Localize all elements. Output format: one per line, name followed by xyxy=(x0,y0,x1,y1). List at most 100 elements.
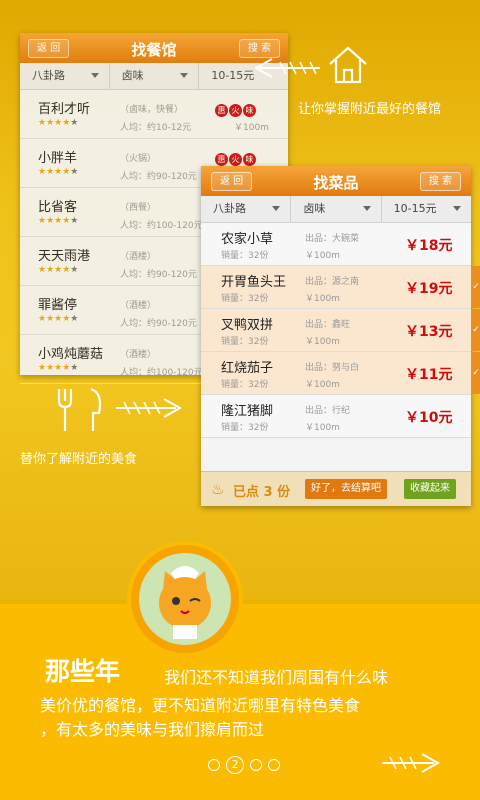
restaurant-name: 天天雨港 xyxy=(38,249,91,264)
restaurant-badges: 惠火味 xyxy=(215,147,257,166)
filter-cuisine[interactable]: 卤味 xyxy=(110,63,200,89)
rating-stars: ★★★★★ xyxy=(38,265,79,275)
dish-filters: 八卦路 卤味 10-15元 xyxy=(201,196,471,223)
check-icon[interactable]: ✓ xyxy=(471,309,480,351)
restaurant-badges: 惠火味 xyxy=(215,98,257,117)
dish-distance: ￥100m xyxy=(305,380,340,390)
dish-row[interactable]: 红烧茄子销量：32份 出品：努与白 ￥100m ￥11元 ✓ xyxy=(201,352,480,395)
page-indicator: 2 xyxy=(208,756,286,774)
order-footer: ♨ 已点 3 份 好了，去结算吧 收藏起来 xyxy=(201,471,471,506)
dish-price: ￥18元 xyxy=(405,238,453,254)
dish-name: 红烧茄子 xyxy=(221,361,274,376)
page-dot-1[interactable] xyxy=(208,759,220,771)
restaurant-name: 百利才听 xyxy=(38,102,91,117)
chevron-down-icon xyxy=(272,206,281,211)
intro-heading: 那些年 xyxy=(45,657,121,686)
rating-stars: ★★★★★ xyxy=(38,314,79,324)
hint-restaurants: 让你掌握附近最好的餐馆 xyxy=(298,102,442,117)
intro-text-line3: ，有太多的美味与我们擦肩而过 xyxy=(40,720,265,739)
dish-sales: 销量：32份 xyxy=(221,251,269,261)
dish-sales: 销量：32份 xyxy=(221,423,269,433)
check-icon[interactable]: ✓ xyxy=(471,266,480,308)
dish-sales: 销量：32份 xyxy=(221,294,269,304)
rating-stars: ★★★★★ xyxy=(38,118,79,128)
restaurant-category: （酒楼） xyxy=(120,301,157,311)
dish-row[interactable]: 叉鸭双拼 销量：32份 出品：鑫旺 ￥100m ￥13元 ✓ xyxy=(201,309,480,352)
dish-price: ￥10元 xyxy=(405,410,453,426)
filter-location[interactable]: 八卦路 xyxy=(201,196,292,222)
cutlery-icon xyxy=(57,387,102,431)
next-arrow-icon[interactable] xyxy=(380,750,444,776)
check-icon[interactable]: ✓ xyxy=(471,352,480,394)
restaurant-card-header: 返 回 找餐馆 搜 索 xyxy=(20,33,288,63)
ordered-count: 已点 3 份 xyxy=(233,485,291,500)
page-dot-3[interactable] xyxy=(250,759,262,771)
shopping-bag-icon: ♨ xyxy=(211,480,225,498)
page-dot-4[interactable] xyxy=(268,759,280,771)
restaurant-name: 比省客 xyxy=(38,200,78,215)
badge: 火 xyxy=(229,104,242,117)
dish-distance: ￥100m xyxy=(305,294,340,304)
dish-price: ￥13元 xyxy=(405,324,453,340)
dish-row[interactable]: 开胃鱼头王 销量：32份 出品：源之南 ￥100m ￥19元 ✓ xyxy=(201,266,480,309)
restaurant-price: 人均：约100-120元 xyxy=(120,221,203,231)
restaurant-price: 人均：约90-120元 xyxy=(120,319,197,329)
badge: 味 xyxy=(243,104,256,117)
filter-location[interactable]: 八卦路 xyxy=(20,63,110,89)
rating-stars: ★★★★★ xyxy=(38,216,79,226)
restaurant-price: 人均：约90-120元 xyxy=(120,270,197,280)
badge: 惠 xyxy=(215,153,228,166)
filter-price[interactable]: 10-15元 xyxy=(382,196,471,222)
checkout-button[interactable]: 好了，去结算吧 xyxy=(305,479,387,499)
dish-distance: ￥100m xyxy=(305,337,340,347)
chevron-down-icon xyxy=(452,206,461,211)
restaurant-category: （火锅） xyxy=(120,154,157,164)
restaurant-name: 罪酱停 xyxy=(38,298,78,313)
house-icon xyxy=(329,46,367,84)
dish-source: 出品：鑫旺 xyxy=(305,320,351,330)
arrow-left-icon xyxy=(253,58,320,78)
restaurant-name: 小胖羊 xyxy=(38,151,78,166)
hint-food: 替你了解附近的美食 xyxy=(20,452,138,467)
cat-mascot-icon xyxy=(159,566,211,639)
badge: 火 xyxy=(229,153,242,166)
rating-stars: ★★★★★ xyxy=(38,363,79,373)
badge: 味 xyxy=(243,153,256,166)
search-button[interactable]: 搜 索 xyxy=(419,172,461,191)
restaurant-category: （酒楼） xyxy=(120,350,157,360)
page-dot-current[interactable]: 2 xyxy=(226,756,244,774)
chevron-down-icon xyxy=(90,73,99,78)
dish-source: 出品：努与白 xyxy=(305,363,360,373)
restaurant-category: （西餐） xyxy=(120,203,157,213)
dish-row[interactable]: 农家小草销量：32份 出品：大碗菜 ￥100m ￥18元 xyxy=(201,223,471,266)
dish-source: 出品：行纪 xyxy=(305,406,351,416)
restaurant-price: 人均：约10-12元 xyxy=(120,123,192,133)
collect-button[interactable]: 收藏起来 xyxy=(404,479,456,499)
chevron-down-icon xyxy=(180,73,189,78)
restaurant-category: （卤味，快餐） xyxy=(120,105,184,115)
dish-name: 开胃鱼头王 xyxy=(221,275,287,290)
restaurant-price: 人均：约100-120元 xyxy=(120,368,203,378)
filter-cuisine[interactable]: 卤味 xyxy=(291,196,382,222)
dish-finder-card: 返 回 找菜品 搜 索 八卦路 卤味 10-15元 农家小草 销量：32份 出品：大… xyxy=(201,166,480,506)
dish-name: 农家小草 xyxy=(221,232,274,247)
mascot-avatar xyxy=(131,545,239,653)
dish-source: 出品：大碗菜 xyxy=(305,234,360,244)
dish-list: 农家小草 销量：32份 出品：大碗菜 ￥100m ￥18元 开胃鱼头王 销量：32份 出品：源… xyxy=(201,223,480,438)
intro-text-line1: 我们还不知道我们周围有什么味 xyxy=(164,668,389,687)
badge: 惠 xyxy=(215,104,228,117)
dish-sales: 销量：32份 xyxy=(221,380,269,390)
dish-name: 隆江猪脚 xyxy=(221,404,274,419)
restaurant-category: （酒楼） xyxy=(120,252,157,262)
restaurant-row[interactable]: 百利才听 ★★★★★ （卤味，快餐） 人均：约10-12元 ￥100m 惠火味 xyxy=(20,90,288,139)
rating-stars: ★★★★★ xyxy=(38,167,79,177)
chevron-down-icon xyxy=(362,206,371,211)
dish-distance: ￥100m xyxy=(305,423,340,433)
dish-name: 叉鸭双拼 xyxy=(221,318,274,333)
dish-price: ￥11元 xyxy=(405,367,453,383)
dish-row[interactable]: 隆江猪脚销量：32份 出品：行纪 ￥100m ￥10元 xyxy=(201,395,471,438)
restaurant-filters: 八卦路 卤味 10-15元 xyxy=(20,63,288,90)
dish-distance: ￥100m xyxy=(305,251,340,261)
dish-price: ￥19元 xyxy=(405,281,453,297)
restaurant-name: 小鸡炖蘑菇 xyxy=(38,347,104,362)
